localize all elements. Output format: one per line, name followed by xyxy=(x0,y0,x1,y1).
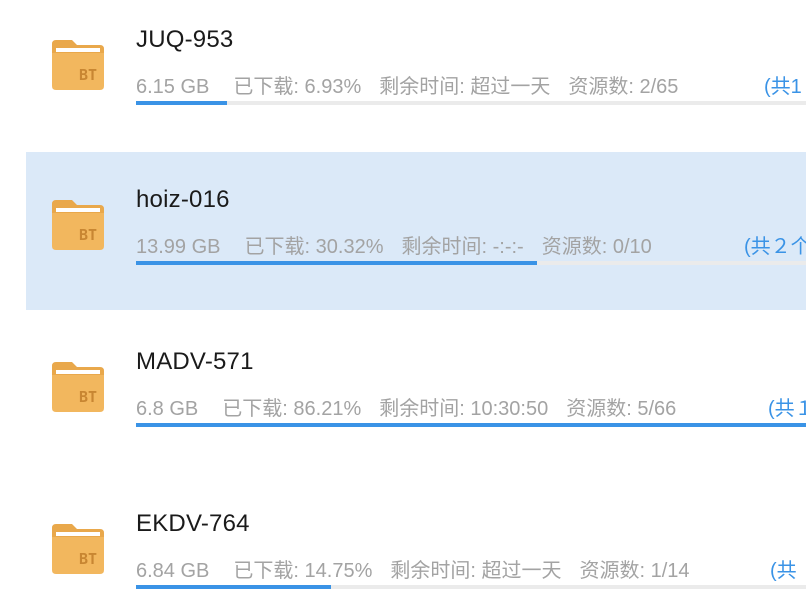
remaining-time-label: 剩余时间: xyxy=(379,76,471,98)
progress-track xyxy=(136,101,806,105)
total-files-link[interactable]: (共 xyxy=(770,554,797,583)
resources-count: 5/66 xyxy=(637,398,677,420)
remaining-time: 超过一天 xyxy=(481,560,562,582)
file-size: 6.84 GB xyxy=(136,560,210,582)
resources-label: 资源数: xyxy=(579,560,651,582)
resources-label: 资源数: xyxy=(568,76,640,98)
remaining-time-label: 剩余时间: xyxy=(401,236,493,258)
download-item-0[interactable]: BT JUQ-953 6.15 GB 已下载: 6.93% 剩余时间: 超过一天 资源… xyxy=(26,0,806,150)
remaining-time: 10:30:50 xyxy=(470,398,549,420)
progress-fill xyxy=(136,261,538,265)
resources-label: 资源数: xyxy=(541,236,613,258)
download-meta: 6.84 GB 已下载: 14.75% 剩余时间: 超过一天 资源数: 1/14 xyxy=(136,554,708,583)
downloaded-percent: 30.32% xyxy=(315,236,384,258)
download-item-3[interactable]: BT EKDV-764 6.84 GB 已下载: 14.75% 剩余时间: 超过一天… xyxy=(26,476,806,608)
resources-count: 0/10 xyxy=(612,236,652,258)
download-name: MADV-571 xyxy=(136,348,254,375)
bt-folder-icon: BT xyxy=(52,362,104,412)
svg-text:BT: BT xyxy=(79,550,97,568)
download-meta: 6.8 GB 已下载: 86.21% 剩余时间: 10:30:50 资源数: 5/66 xyxy=(136,392,694,421)
svg-text:BT: BT xyxy=(79,388,97,406)
progress-track xyxy=(136,585,806,589)
resources-count: 2/65 xyxy=(639,76,679,98)
download-name: JUQ-953 xyxy=(136,26,234,53)
downloaded-percent: 86.21% xyxy=(293,398,362,420)
remaining-time-label: 剩余时间: xyxy=(390,560,482,582)
svg-text:BT: BT xyxy=(79,66,97,84)
progress-fill xyxy=(136,423,806,427)
total-files-link[interactable]: (共２个 xyxy=(744,230,806,259)
downloaded-label: 已下载: xyxy=(244,236,316,258)
bt-folder-icon: BT xyxy=(52,200,104,250)
file-size: 6.8 GB xyxy=(136,398,199,420)
file-size: 6.15 GB xyxy=(136,76,210,98)
remaining-time: -:-:- xyxy=(492,236,524,258)
download-name: hoiz-016 xyxy=(136,186,230,213)
downloaded-label: 已下载: xyxy=(222,398,294,420)
download-name: EKDV-764 xyxy=(136,510,250,537)
progress-fill xyxy=(136,101,228,105)
total-files-link[interactable]: (共１ xyxy=(768,392,806,421)
progress-track xyxy=(136,261,806,265)
progress-fill xyxy=(136,585,332,589)
downloaded-percent: 14.75% xyxy=(304,560,373,582)
download-meta: 6.15 GB 已下载: 6.93% 剩余时间: 超过一天 资源数: 2/65 xyxy=(136,70,696,99)
downloaded-label: 已下载: xyxy=(233,560,305,582)
remaining-time: 超过一天 xyxy=(470,76,551,98)
file-size: 13.99 GB xyxy=(136,236,221,258)
resources-label: 资源数: xyxy=(566,398,638,420)
download-item-1[interactable]: BT hoiz-016 13.99 GB 已下载: 30.32% 剩余时间: -:-… xyxy=(26,152,806,310)
downloaded-percent: 6.93% xyxy=(304,76,362,98)
resources-count: 1/14 xyxy=(650,560,690,582)
downloaded-label: 已下载: xyxy=(233,76,305,98)
download-item-2[interactable]: BT MADV-571 6.8 GB 已下载: 86.21% 剩余时间: 10:30… xyxy=(26,314,806,472)
download-list: BT JUQ-953 6.15 GB 已下载: 6.93% 剩余时间: 超过一天 资源… xyxy=(0,0,806,608)
total-files-link[interactable]: (共1 xyxy=(764,70,802,99)
svg-text:BT: BT xyxy=(79,226,97,244)
remaining-time-label: 剩余时间: xyxy=(379,398,471,420)
bt-folder-icon: BT xyxy=(52,40,104,90)
progress-track xyxy=(136,423,806,427)
bt-folder-icon: BT xyxy=(52,524,104,574)
download-meta: 13.99 GB 已下载: 30.32% 剩余时间: -:-:- 资源数: 0/10 xyxy=(136,230,670,259)
